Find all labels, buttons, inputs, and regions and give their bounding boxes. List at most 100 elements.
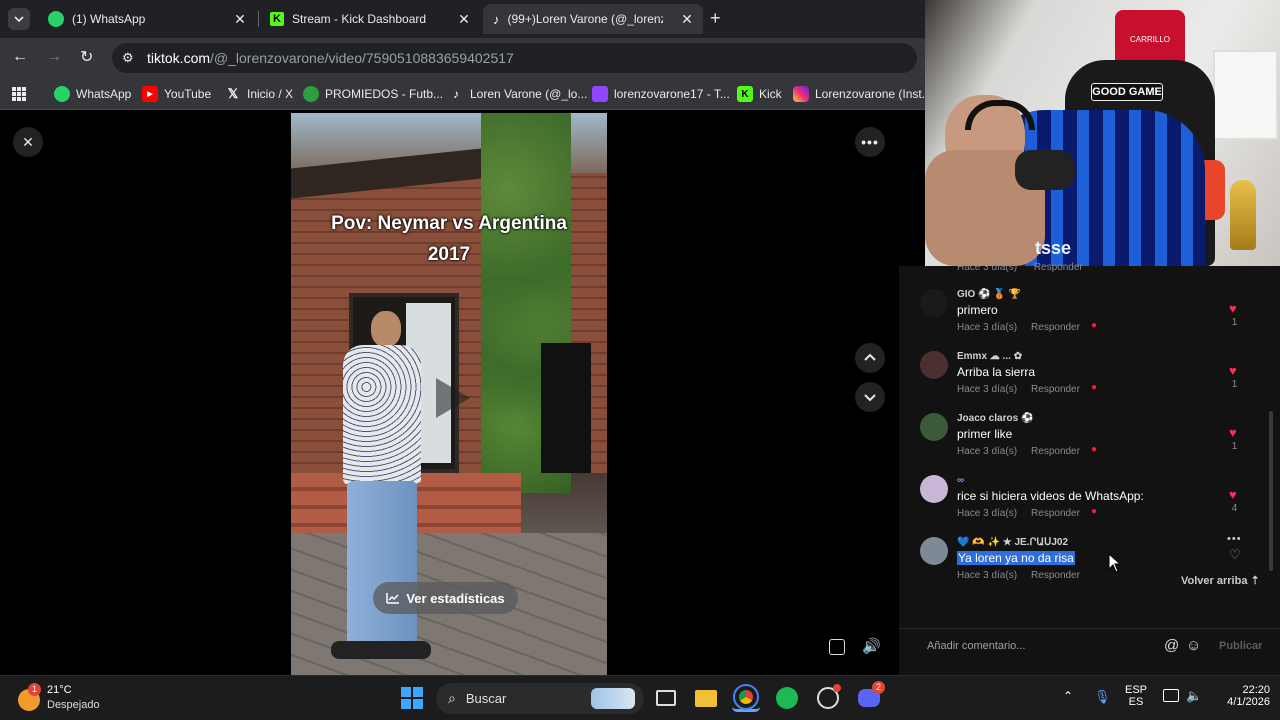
network-icon[interactable] [1163,689,1179,702]
apps-grid-icon[interactable] [12,87,26,101]
username-emoji: 💙 🫶 ✨ ★ [957,537,1012,548]
close-icon: ✕ [22,133,34,150]
whatsapp-icon [48,11,64,27]
bookmark-label: Inicio / X [247,87,294,101]
tab-search-button[interactable] [8,8,30,30]
bookmark-tiktok[interactable]: ♪ Loren Varone (@_lo... [448,85,587,103]
like-heart-icon[interactable]: ♥ [1229,487,1237,502]
like-heart-icon[interactable]: ♥ [1229,425,1237,440]
browser-toolbar: ← → ↻ ⚙ tiktok.com/@_lorenzovarone/video… [0,38,925,78]
comment-username[interactable]: GIO ⚽ 🥉 🏆 [957,289,1021,300]
close-icon[interactable]: ✕ [679,11,695,28]
volume-icon[interactable]: 🔊 [862,637,881,655]
back-icon[interactable]: ← [12,48,28,66]
bookmark-whatsapp[interactable]: WhatsApp [54,85,131,103]
new-tab-button[interactable]: + [710,8,721,29]
comment-meta: Hace 3 día(s) Responder [957,570,1080,581]
close-icon[interactable]: ✕ [232,11,248,28]
comment-item: GIO ⚽ 🥉 🏆 primero Hace 3 día(s) Responder… [899,289,1269,345]
like-heart-icon[interactable]: ♥ [1229,363,1237,378]
close-icon[interactable]: ✕ [456,11,472,28]
speaker-icon[interactable]: 🔈 [1186,688,1202,704]
tab-title: Stream - Kick Dashboard [292,12,427,26]
bookmark-promiedos[interactable]: PROMIEDOS - Futb... [303,85,443,103]
forward-icon[interactable]: → [46,48,62,66]
whatsapp-icon [54,86,70,102]
microphone-icon[interactable]: 🎙 [1094,689,1111,705]
spotify-button[interactable] [773,684,801,712]
clock[interactable]: 22:20 4/1/2026 [1210,684,1270,708]
comment-item: Emmx ☁ ... ✿ Arriba la sierra Hace 3 día… [899,351,1269,407]
folder-icon [695,689,717,707]
task-view-button[interactable] [652,684,680,712]
creator-liked-icon: ● [1091,382,1098,393]
comment-username[interactable]: 💙 🫶 ✨ ★ JE.ՐԱՍJ02 [957,537,1068,548]
bookmark-label: lorenzovarone17 - T... [614,87,730,101]
show-hidden-icons[interactable]: ⌃ [1063,689,1073,703]
bookmarks-bar: WhatsApp ▶ YouTube 𝕏 Inicio / X PROMIEDOS … [0,78,932,110]
like-heart-outline-icon[interactable]: ♡ [1229,547,1241,563]
comment-username[interactable]: ∞ [957,475,964,486]
reply-link[interactable]: Responder [1031,384,1080,395]
discord-button[interactable]: 2 [855,681,885,712]
close-video-button[interactable]: ✕ [13,127,43,157]
comment-username[interactable]: Emmx ☁ ... ✿ [957,351,1022,362]
avatar[interactable] [920,289,948,317]
emoji-icon[interactable]: ☺ [1186,637,1201,654]
chrome-button[interactable] [732,683,760,712]
bookmark-youtube[interactable]: ▶ YouTube [142,85,211,103]
comment-text: Ya loren ya no da risa [957,551,1075,565]
file-explorer-button[interactable] [692,684,720,712]
app-button[interactable] [814,684,842,712]
avatar[interactable] [920,351,948,379]
reply-link[interactable]: Responder [1031,508,1080,519]
bookmark-instagram[interactable]: Lorenzovarone (Inst... [793,85,932,103]
comment-input[interactable]: Añadir comentario... [927,640,1025,652]
kick-icon: K [737,86,753,102]
back-to-top-button[interactable]: Volver arriba ⇡ [1181,574,1260,587]
comment-text: Arriba la sierra [957,365,1036,379]
avatar[interactable] [920,413,948,441]
like-count: 1 [1231,441,1238,452]
avatar[interactable] [920,537,948,565]
language-indicator[interactable]: ESP ES [1124,684,1148,708]
site-info-icon[interactable]: ⚙ [122,50,134,66]
taskbar-search[interactable]: ⌕ Buscar [436,683,644,714]
more-icon: ••• [861,134,879,150]
language-bottom: ES [1128,696,1144,708]
view-stats-button[interactable]: Ver estadísticas [373,582,518,614]
comment-meta: Hace 3 día(s) Responder [957,384,1080,395]
publish-button[interactable]: Publicar [1219,640,1262,652]
tab-tiktok[interactable]: ♪ (99+)Loren Varone (@_lorenzo ✕ [483,4,703,34]
reload-icon[interactable]: ↻ [80,47,93,67]
more-options-button[interactable]: ••• [855,127,885,157]
start-button[interactable] [398,684,426,712]
comment-time: Hace 3 día(s) [957,570,1018,581]
tab-kick-dashboard[interactable]: K Stream - Kick Dashboard ✕ [260,4,480,34]
reply-link[interactable]: Responder [1031,446,1080,457]
scrollbar[interactable] [1269,411,1273,571]
mention-icon[interactable]: @ [1164,637,1179,654]
username-text: JE.ՐԱՍJ02 [1014,537,1069,548]
like-heart-icon[interactable]: ♥ [1229,301,1237,316]
comment-more-icon[interactable]: ••• [1227,533,1242,545]
reply-link[interactable]: Responder [1031,322,1080,333]
weather-temp: 21°C [47,684,72,696]
reply-link[interactable]: Responder [1034,262,1083,273]
address-bar[interactable]: ⚙ tiktok.com/@_lorenzovarone/video/75905… [112,43,917,73]
tab-whatsapp[interactable]: (1) WhatsApp ✕ [38,4,256,34]
comment-time: Hace 3 día(s) [957,322,1018,333]
next-video-button[interactable] [855,382,885,412]
bookmark-twitch[interactable]: lorenzovarone17 - T... [592,85,730,103]
language-top: ESP [1124,684,1147,696]
comment-username[interactable]: Joaco claros ⚽ [957,413,1033,424]
bookmark-kick[interactable]: K Kick [737,85,782,103]
pip-icon[interactable] [829,639,845,655]
avatar[interactable] [920,475,948,503]
webcam-chair-logo: GOOD GAME [1091,83,1163,101]
reply-link[interactable]: Responder [1031,570,1080,581]
previous-video-button[interactable] [855,343,885,373]
bookmark-x[interactable]: 𝕏 Inicio / X [225,85,293,103]
username-emoji: ⚽ 🥉 🏆 [978,289,1022,300]
weather-widget[interactable]: 1 21°C Despejado [18,683,128,715]
